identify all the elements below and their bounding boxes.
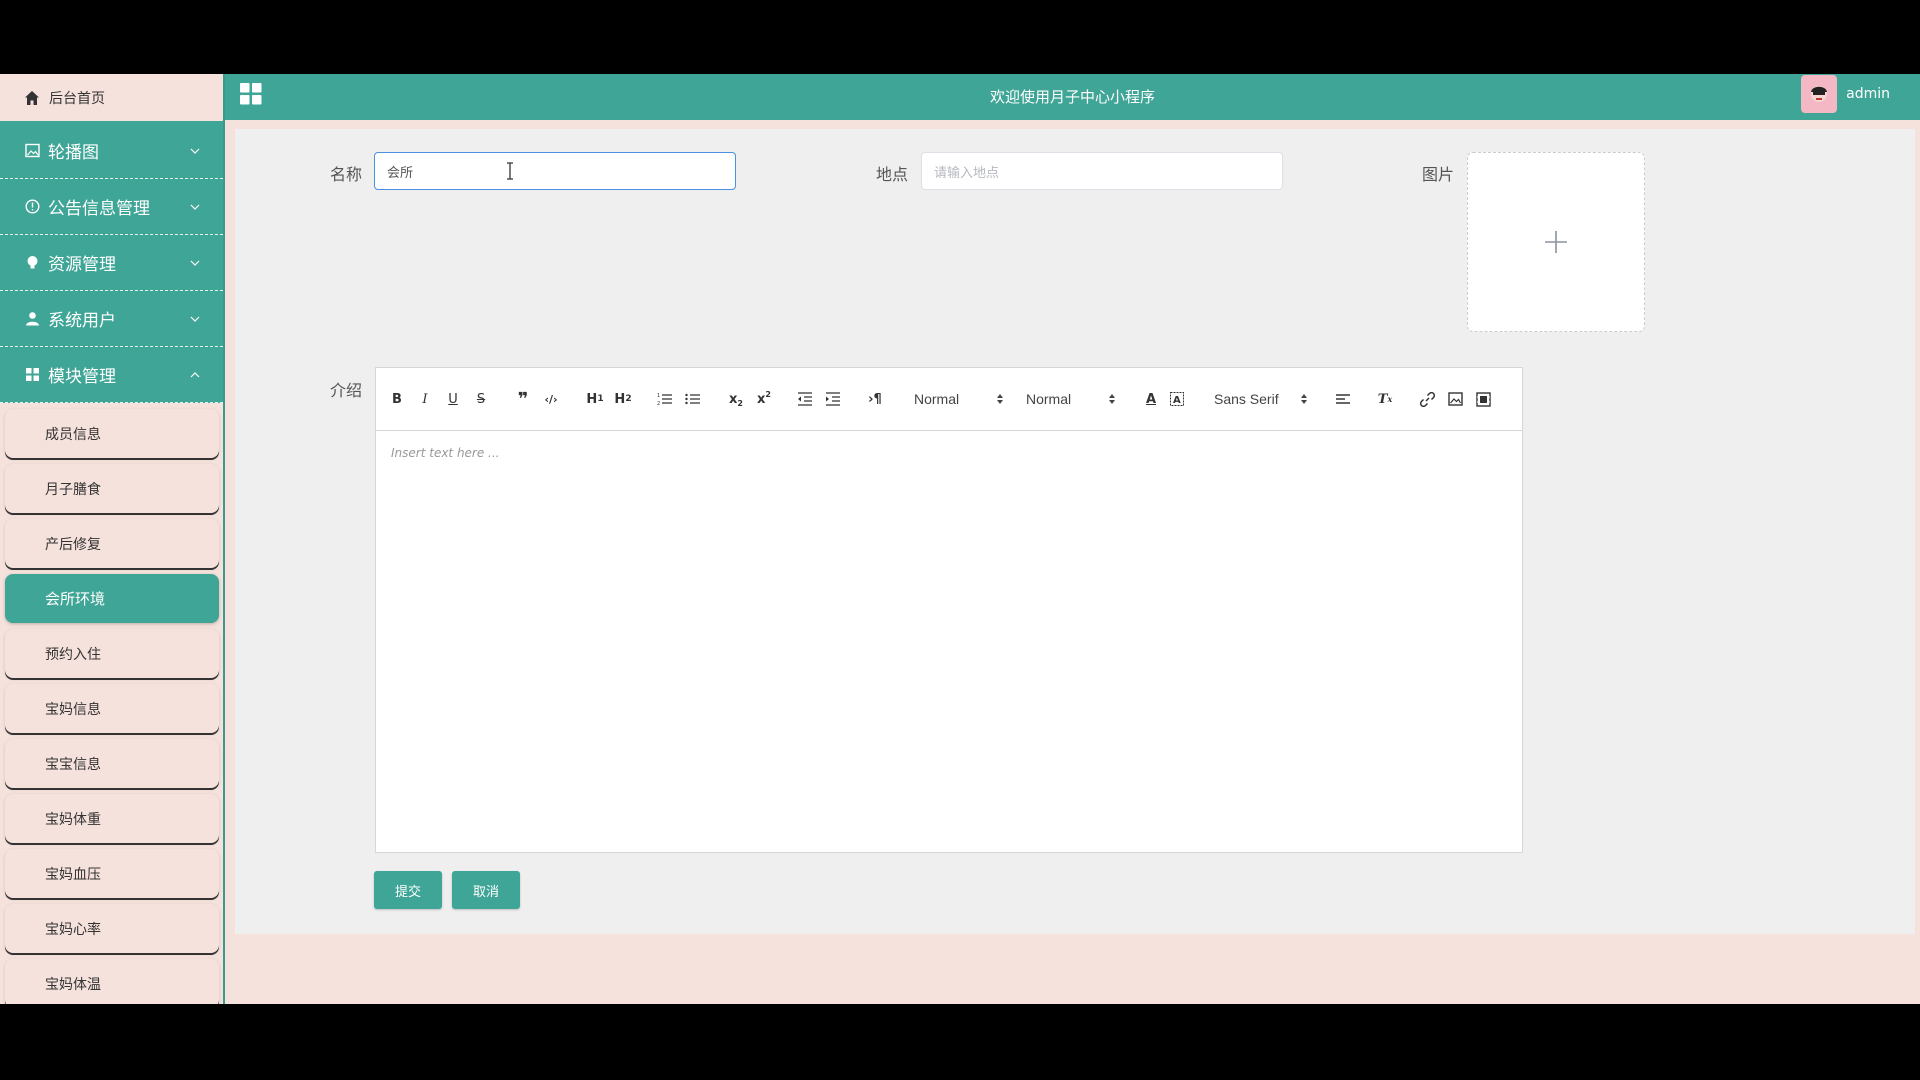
- plus-icon: [1545, 231, 1567, 253]
- app: 后台首页 轮播图 公告信息管理 资源管理 系统用户 模块管理 成员信息 月子膳食…: [0, 74, 1920, 1004]
- font-select[interactable]: Sans Serif: [1214, 388, 1308, 410]
- blockquote-icon[interactable]: ❞: [514, 388, 532, 410]
- sidebar-item-mother-weight[interactable]: 宝妈体重: [5, 794, 219, 843]
- rich-text-editor: B I U S ❞ ‹/› H1 H2 12 x2 x2 ›¶ Normal N…: [375, 367, 1523, 853]
- picture-icon: [24, 143, 40, 159]
- sidebar-submenu: 成员信息 月子膳食 产后修复 会所环境 预约入住 宝妈信息 宝宝信息 宝妈体重 …: [0, 403, 223, 1004]
- sidebar-item-mother-info[interactable]: 宝妈信息: [5, 684, 219, 733]
- sidebar-home-label: 后台首页: [49, 90, 105, 107]
- location-label: 地点: [876, 165, 909, 184]
- superscript-icon[interactable]: x2: [754, 388, 774, 410]
- link-icon[interactable]: [1418, 388, 1436, 410]
- sidebar-item-postpartum-repair[interactable]: 产后修复: [5, 519, 219, 568]
- grid-icon: [24, 367, 40, 383]
- info-circle-icon: [24, 199, 40, 215]
- sidebar-menu-label: 系统用户: [48, 311, 116, 331]
- header-select-value: Normal: [914, 391, 960, 407]
- chevron-up-icon: [190, 371, 200, 377]
- sidebar-menu-label: 模块管理: [48, 367, 116, 387]
- chevron-down-icon: [190, 148, 200, 154]
- header-title: 欢迎使用月子中心小程序: [989, 88, 1155, 106]
- top-header: 欢迎使用月子中心小程序 admin: [225, 74, 1920, 120]
- align-icon[interactable]: [1334, 388, 1352, 410]
- size-select[interactable]: Normal: [1026, 388, 1116, 410]
- username: admin: [1846, 86, 1890, 102]
- name-input-value: 会所: [387, 165, 414, 181]
- sidebar-menu-label: 公告信息管理: [48, 199, 150, 219]
- code-block-icon[interactable]: ‹/›: [542, 388, 560, 410]
- svg-text:2: 2: [657, 401, 660, 406]
- svg-text:A: A: [1173, 395, 1181, 406]
- location-input-placeholder: 请输入地点: [934, 165, 1000, 181]
- sidebar-item-club-environment[interactable]: 会所环境: [5, 574, 219, 623]
- sidebar-item-mother-blood-pressure[interactable]: 宝妈血压: [5, 849, 219, 898]
- bold-icon[interactable]: B: [388, 388, 406, 410]
- image-uploader[interactable]: [1467, 152, 1645, 332]
- location-input[interactable]: 请输入地点: [921, 152, 1283, 190]
- text-color-icon[interactable]: A: [1142, 388, 1160, 410]
- select-arrows-icon: [1301, 394, 1307, 404]
- avatar-icon: [1811, 86, 1828, 102]
- sidebar-item-mother-heart-rate[interactable]: 宝妈心率: [5, 904, 219, 953]
- name-label: 名称: [330, 165, 363, 184]
- user-menu[interactable]: admin: [1801, 74, 1890, 114]
- sidebar-item-mother-temperature[interactable]: 宝妈体温: [5, 959, 219, 1004]
- strikethrough-icon[interactable]: S: [472, 388, 490, 410]
- size-select-value: Normal: [1026, 391, 1072, 407]
- bulb-icon: [24, 255, 40, 271]
- sidebar-menu-system-user[interactable]: 系统用户: [0, 291, 223, 347]
- sidebar-menu-label: 资源管理: [48, 255, 116, 275]
- sidebar-menu-notice[interactable]: 公告信息管理: [0, 179, 223, 235]
- heading-2-icon[interactable]: H2: [612, 388, 634, 410]
- image-label: 图片: [1422, 165, 1455, 184]
- clear-format-icon[interactable]: Tx: [1376, 388, 1394, 410]
- select-arrows-icon: [997, 394, 1003, 404]
- sidebar-menu-carousel[interactable]: 轮播图: [0, 123, 223, 179]
- outdent-icon[interactable]: [796, 388, 814, 410]
- video-icon[interactable]: [1474, 388, 1492, 410]
- header-select[interactable]: Normal: [914, 388, 1004, 410]
- submit-button[interactable]: 提交: [374, 871, 442, 909]
- intro-label: 介绍: [330, 381, 363, 400]
- sidebar-item-baby-info[interactable]: 宝宝信息: [5, 739, 219, 788]
- bullet-list-icon[interactable]: [684, 388, 702, 410]
- editor-placeholder: Insert text here ...: [391, 446, 500, 460]
- text-direction-icon[interactable]: ›¶: [866, 388, 884, 410]
- subscript-icon[interactable]: x2: [726, 388, 746, 410]
- sidebar-item-confinement-meals[interactable]: 月子膳食: [5, 464, 219, 513]
- sidebar-menu-label: 轮播图: [48, 143, 99, 163]
- form-panel: 名称 会所 地点 请输入地点 图片 介绍 B I U S ❞ ‹/› H1 H2: [235, 129, 1915, 934]
- sidebar-menu-module[interactable]: 模块管理: [0, 347, 223, 403]
- ordered-list-icon[interactable]: 12: [656, 388, 674, 410]
- avatar: [1801, 75, 1838, 113]
- sidebar: 后台首页 轮播图 公告信息管理 资源管理 系统用户 模块管理 成员信息 月子膳食…: [0, 74, 225, 1004]
- font-select-value: Sans Serif: [1214, 391, 1279, 407]
- svg-text:1: 1: [657, 393, 660, 399]
- background-color-icon[interactable]: A: [1168, 388, 1186, 410]
- image-icon[interactable]: [1446, 388, 1464, 410]
- editor-toolbar: B I U S ❞ ‹/› H1 H2 12 x2 x2 ›¶ Normal N…: [376, 368, 1522, 431]
- user-icon: [24, 311, 40, 327]
- sidebar-item-check-in-booking[interactable]: 预约入住: [5, 629, 219, 678]
- underline-icon[interactable]: U: [444, 388, 462, 410]
- chevron-down-icon: [190, 316, 200, 322]
- chevron-down-icon: [190, 260, 200, 266]
- sidebar-menu-resource[interactable]: 资源管理: [0, 235, 223, 291]
- sidebar-home-item[interactable]: 后台首页: [0, 74, 223, 123]
- cancel-button[interactable]: 取消: [452, 871, 520, 909]
- name-input[interactable]: 会所: [374, 152, 736, 190]
- editor-content[interactable]: Insert text here ...: [376, 432, 1522, 832]
- text-cursor-icon: [507, 162, 513, 180]
- indent-icon[interactable]: [824, 388, 842, 410]
- sidebar-item-member-info[interactable]: 成员信息: [5, 409, 219, 458]
- select-arrows-icon: [1109, 394, 1115, 404]
- heading-1-icon[interactable]: H1: [584, 388, 606, 410]
- chevron-down-icon: [190, 204, 200, 210]
- italic-icon[interactable]: I: [416, 388, 434, 410]
- home-icon: [25, 90, 39, 105]
